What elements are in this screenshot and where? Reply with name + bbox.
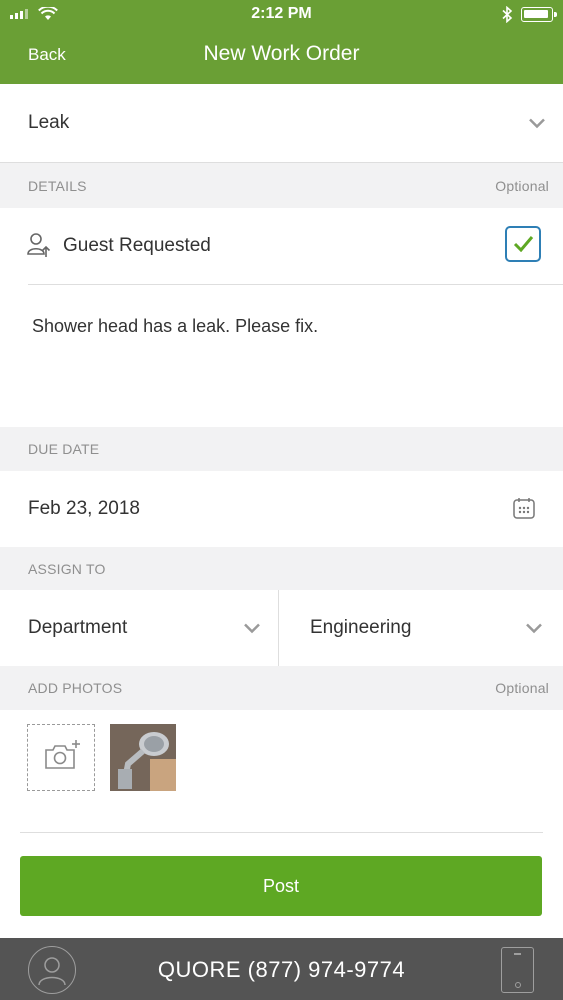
guest-requested-row: Guest Requested (0, 208, 563, 284)
support-phone-text[interactable]: QUORE (877) 974-9774 (0, 957, 563, 983)
due-date-section-header: DUE DATE (0, 427, 563, 471)
checkmark-icon (513, 236, 534, 252)
details-section-header: DETAILS Optional (0, 163, 563, 208)
guest-user-icon (27, 233, 51, 257)
chevron-down-icon (526, 623, 542, 634)
assign-to-section-header: ASSIGN TO (0, 547, 563, 590)
camera-add-icon (45, 740, 80, 769)
description-text: Shower head has a leak. Please fix. (32, 316, 319, 336)
chevron-down-icon (529, 118, 545, 129)
calendar-icon[interactable] (513, 497, 535, 519)
shower-head-photo (110, 724, 176, 791)
details-header-label: DETAILS (28, 177, 87, 194)
add-photos-section-header: ADD PHOTOS Optional (0, 666, 563, 710)
footer-bar: QUORE (877) 974-9774 (0, 938, 563, 1000)
add-photo-button[interactable] (27, 724, 95, 791)
phone-icon[interactable] (501, 947, 534, 993)
details-optional-label: Optional (495, 177, 549, 194)
post-button[interactable]: Post (20, 856, 542, 916)
photo-thumbnail[interactable] (110, 724, 176, 791)
battery-icon (521, 7, 557, 22)
assign-type-select[interactable]: Department (0, 590, 278, 666)
bluetooth-icon (502, 6, 513, 23)
add-photos-header-label: ADD PHOTOS (28, 680, 123, 696)
status-bar: 2:12 PM (0, 0, 563, 30)
category-value: Leak (28, 112, 70, 133)
divider (20, 832, 543, 833)
guest-requested-label: Guest Requested (63, 235, 211, 256)
due-date-field[interactable]: Feb 23, 2018 (0, 471, 563, 547)
status-time: 2:12 PM (251, 5, 312, 22)
due-date-header-label: DUE DATE (28, 441, 100, 457)
due-date-value: Feb 23, 2018 (28, 498, 140, 519)
chevron-down-icon (244, 623, 260, 634)
guest-requested-checkbox[interactable] (505, 226, 541, 262)
page-title: New Work Order (203, 42, 360, 65)
assign-type-value: Department (28, 617, 128, 638)
app-header: 2:12 PM Back New Work Order (0, 0, 563, 84)
add-photos-optional-label: Optional (495, 680, 549, 696)
assign-target-value: Engineering (310, 617, 412, 638)
assign-to-header-label: ASSIGN TO (28, 560, 106, 577)
category-select[interactable]: Leak (0, 84, 563, 162)
assign-to-row: Department Engineering (0, 590, 563, 666)
assign-target-select[interactable]: Engineering (279, 590, 563, 666)
description-textarea[interactable] (0, 285, 563, 427)
